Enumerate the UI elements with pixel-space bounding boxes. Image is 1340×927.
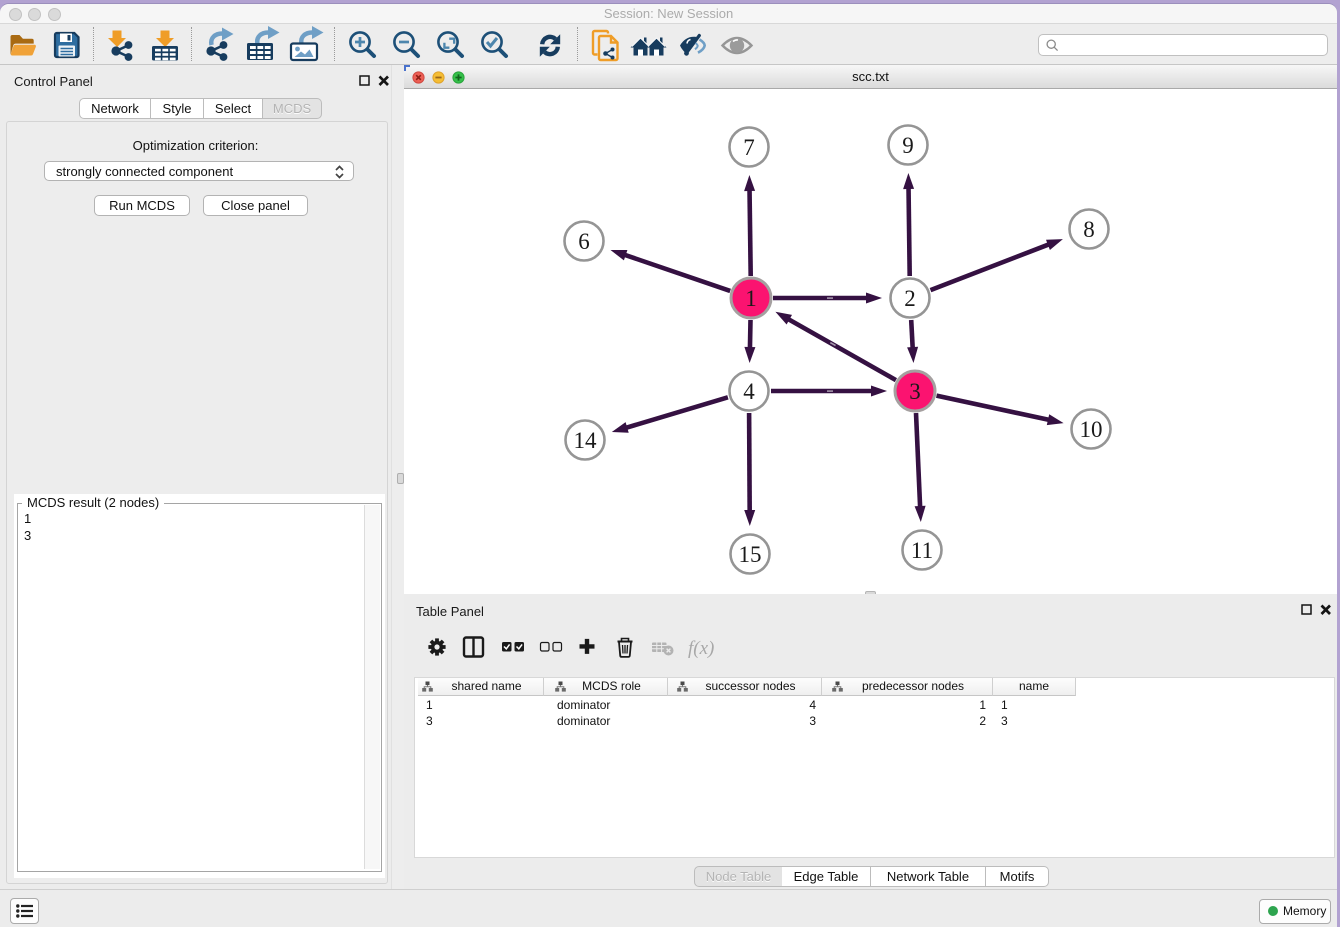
svg-text:8: 8 bbox=[1083, 217, 1095, 242]
svg-text:10: 10 bbox=[1080, 417, 1103, 442]
svg-text:4: 4 bbox=[743, 379, 755, 404]
svg-text:f(x): f(x) bbox=[688, 638, 714, 659]
svg-text:7: 7 bbox=[743, 135, 755, 160]
svg-text:11: 11 bbox=[911, 538, 933, 563]
svg-text:2: 2 bbox=[904, 286, 916, 311]
svg-text:14: 14 bbox=[574, 428, 598, 453]
svg-text:9: 9 bbox=[902, 133, 914, 158]
svg-text:6: 6 bbox=[578, 229, 590, 254]
svg-text:3: 3 bbox=[909, 379, 921, 404]
svg-text:1: 1 bbox=[745, 286, 757, 311]
svg-text:15: 15 bbox=[739, 542, 762, 567]
